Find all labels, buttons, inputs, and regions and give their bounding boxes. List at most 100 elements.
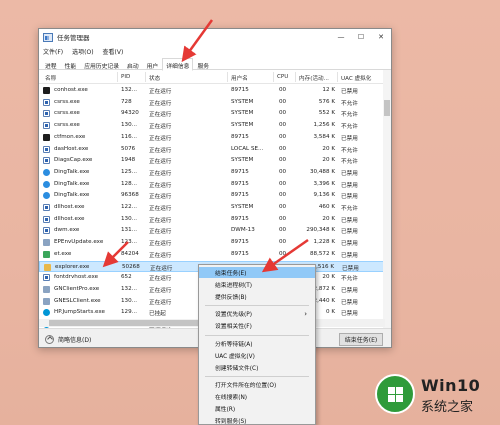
cell-user: DWM-13 bbox=[231, 227, 255, 234]
context-menu: 结束任务(E)结束进程树(T)提供反馈(B) 设置优先级(P)设置相关性(F) 分析… bbox=[198, 264, 316, 425]
cell-status: 正在运行 bbox=[149, 170, 172, 177]
cell-user: 89715 bbox=[231, 133, 249, 140]
table-row[interactable]: dwm.exe 131... 正在运行 DWM-13 00 290,348 K 已禁用 bbox=[39, 225, 385, 236]
exe-icon bbox=[43, 227, 50, 235]
cell-uac: 已禁用 bbox=[341, 311, 358, 318]
cell-pid: 131... bbox=[121, 227, 138, 234]
tab-performance[interactable]: 性能 bbox=[61, 58, 81, 70]
table-row[interactable]: csrss.exe 94320 正在运行 SYSTEM 00 552 K 不允许 bbox=[39, 108, 385, 119]
cell-status: 正在运行 bbox=[149, 241, 172, 248]
cell-pid: 116... bbox=[121, 133, 138, 140]
table-row[interactable]: DingTalk.exe 128... 正在运行 89715 00 3,396 K 已禁用 bbox=[39, 179, 385, 190]
cell-mem: 30,488 K bbox=[309, 168, 335, 175]
cell-user: SYSTEM bbox=[231, 157, 254, 164]
column-header-user[interactable]: 用户名 bbox=[231, 74, 248, 82]
context-menu-item[interactable]: 结束任务(E) bbox=[199, 267, 315, 278]
cell-name: csrss.exe bbox=[54, 98, 80, 105]
table-row[interactable]: dasHost.exe 5076 正在运行 LOCAL SE... 00 20 K 不允许 bbox=[39, 144, 385, 155]
cell-name: csrss.exe bbox=[54, 122, 80, 129]
table-row[interactable]: csrss.exe 728 正在运行 SYSTEM 00 576 K 不允许 bbox=[39, 97, 385, 108]
menu-separator bbox=[205, 334, 309, 336]
column-header-cpu[interactable]: CPU bbox=[277, 74, 288, 80]
cell-status: 正在运行 bbox=[149, 217, 172, 224]
cell-uac: 已禁用 bbox=[341, 229, 358, 236]
close-button[interactable]: ✕ bbox=[371, 29, 391, 45]
menu-view[interactable]: 查看(V) bbox=[103, 47, 124, 56]
cell-cpu: 00 bbox=[279, 133, 287, 140]
less-details-toggle[interactable]: 简略信息(D) bbox=[45, 335, 91, 344]
cell-user: 89715 bbox=[231, 192, 249, 199]
table-row[interactable]: conhost.exe 132... 正在运行 89715 00 12 K 已禁用 bbox=[39, 85, 385, 96]
cell-status: 正在运行 bbox=[149, 100, 172, 107]
context-menu-item[interactable]: 属性(R) bbox=[199, 403, 315, 414]
table-row[interactable]: et.exe 84204 正在运行 89715 00 88,572 K 已禁用 bbox=[39, 249, 385, 260]
cell-uac: 已禁用 bbox=[341, 135, 358, 142]
table-row[interactable]: DingTalk.exe 96368 正在运行 89715 00 9,136 K 已禁用 bbox=[39, 190, 385, 201]
cell-status: 已挂起 bbox=[149, 311, 166, 318]
cell-pid: 84204 bbox=[121, 250, 139, 257]
window-title: 任务管理器 bbox=[57, 34, 90, 42]
tab-strip: 进程 性能 应用历史记录 启动 用户 详细信息 服务 bbox=[39, 58, 391, 71]
tab-processes[interactable]: 进程 bbox=[41, 58, 61, 70]
table-row[interactable]: ctfmon.exe 116... 正在运行 89715 00 3,584 K 已禁用 bbox=[39, 132, 385, 143]
context-menu-item[interactable]: 设置优先级(P) bbox=[199, 308, 315, 319]
cell-name: explorer.exe bbox=[55, 263, 90, 270]
menu-options[interactable]: 选项(O) bbox=[72, 47, 93, 56]
cell-name: DingTalk.exe bbox=[54, 180, 90, 187]
cell-status: 正在运行 bbox=[149, 276, 172, 283]
win10-watermark: Win10 系统之家 bbox=[373, 372, 497, 420]
tab-app-history[interactable]: 应用历史记录 bbox=[80, 58, 123, 70]
table-row[interactable]: DiagsCap.exe 1948 正在运行 SYSTEM 00 20 K 不允许 bbox=[39, 155, 385, 166]
gear-icon bbox=[43, 285, 50, 293]
column-header-memory[interactable]: 内存(活动... bbox=[299, 74, 329, 82]
tab-users[interactable]: 用户 bbox=[143, 58, 163, 70]
cell-name: HP.JumpStarts.exe bbox=[54, 309, 105, 316]
column-header-name[interactable]: 名称 bbox=[45, 74, 56, 82]
table-row[interactable]: dllhost.exe 122... 正在运行 SYSTEM 00 460 K 不允许 bbox=[39, 202, 385, 213]
column-header-pid[interactable]: PID bbox=[121, 74, 130, 80]
table-row[interactable]: DingTalk.exe 125... 正在运行 89715 00 30,488 K 已禁用 bbox=[39, 167, 385, 178]
tab-startup[interactable]: 启动 bbox=[123, 58, 143, 70]
minimize-button[interactable]: — bbox=[331, 29, 351, 45]
column-header-uac[interactable]: UAC 虚拟化 bbox=[341, 74, 371, 82]
context-menu-item[interactable]: 分析等待链(A) bbox=[199, 338, 315, 349]
context-menu-item[interactable]: 设置相关性(F) bbox=[199, 320, 315, 331]
cell-name: EPEnvUpdate.exe bbox=[54, 239, 104, 246]
context-menu-item[interactable]: 打开文件所在的位置(O) bbox=[199, 379, 315, 390]
table-row[interactable]: csrss.exe 130... 正在运行 SYSTEM 00 1,256 K 不允许 bbox=[39, 120, 385, 131]
context-menu-item[interactable]: 提供反馈(B) bbox=[199, 291, 315, 302]
scroll-thumb[interactable] bbox=[384, 100, 390, 116]
vertical-scrollbar[interactable] bbox=[383, 70, 391, 328]
watermark-subtitle: 系统之家 bbox=[421, 400, 474, 415]
cell-uac: 已禁用 bbox=[341, 89, 358, 95]
column-header-status[interactable]: 状态 bbox=[149, 74, 160, 82]
table-row[interactable]: dllhost.exe 130... 正在运行 89715 00 20 K 已禁用 bbox=[39, 214, 385, 225]
cell-pid: 96368 bbox=[121, 192, 139, 199]
menu-file[interactable]: 文件(F) bbox=[43, 47, 63, 56]
exe-icon bbox=[43, 274, 50, 282]
maximize-button[interactable]: ☐ bbox=[351, 29, 371, 45]
context-menu-item[interactable]: UAC 虚拟化(V) bbox=[199, 350, 315, 361]
cell-user: 89715 bbox=[231, 180, 249, 187]
cell-mem: 2,440 K bbox=[313, 297, 335, 304]
context-menu-item[interactable]: 转到服务(S) bbox=[199, 415, 315, 425]
gear-icon bbox=[43, 239, 50, 247]
hp-icon bbox=[43, 309, 50, 317]
cell-mem: 1,228 K bbox=[313, 239, 335, 246]
context-menu-item[interactable]: 在线搜索(N) bbox=[199, 391, 315, 402]
pen-icon bbox=[43, 133, 50, 141]
cell-name: dllhost.exe bbox=[54, 204, 85, 210]
context-menu-item[interactable]: 创建转储文件(C) bbox=[199, 362, 315, 373]
table-header: 名称 PID 状态 用户名 CPU 内存(活动... UAC 虚拟化 bbox=[39, 70, 385, 84]
less-details-label: 简略信息(D) bbox=[58, 337, 92, 344]
cell-mem: 2,872 K bbox=[313, 285, 335, 292]
cell-status: 正在运行 bbox=[149, 299, 172, 306]
cell-user: 89715 bbox=[231, 250, 249, 257]
cell-status: 正在运行 bbox=[149, 194, 172, 201]
menu-bar: 文件(F) 选项(O) 查看(V) bbox=[39, 45, 391, 57]
table-row[interactable]: EPEnvUpdate.exe 123... 正在运行 89715 00 1,228 K 已… bbox=[39, 237, 385, 248]
cell-pid: 122... bbox=[121, 204, 138, 210]
context-menu-item[interactable]: 结束进程树(T) bbox=[199, 279, 315, 290]
end-task-button[interactable]: 结束任务(E) bbox=[339, 333, 383, 346]
tab-services[interactable]: 服务 bbox=[193, 58, 213, 70]
